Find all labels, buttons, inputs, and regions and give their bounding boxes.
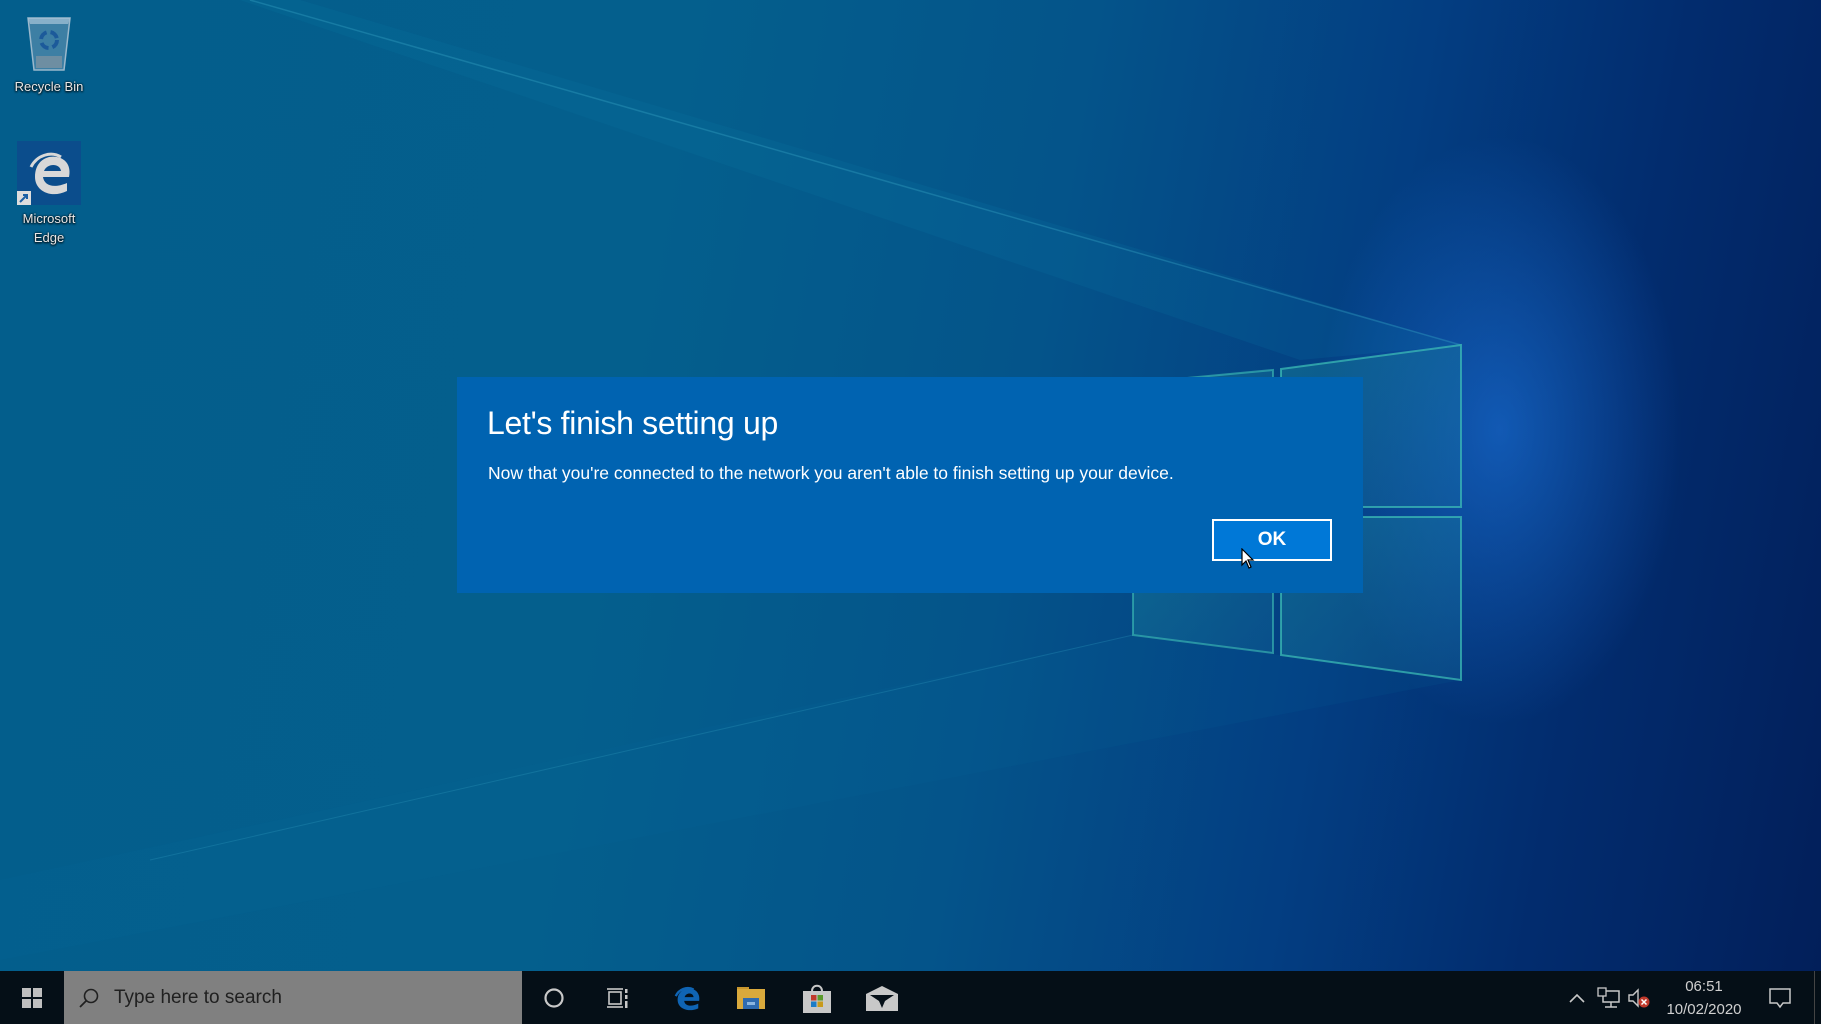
dialog-title: Let's finish setting up (487, 405, 778, 441)
recycle-bin-icon (27, 17, 71, 71)
search-icon (79, 988, 99, 1008)
search-placeholder: Type here to search (114, 986, 282, 1008)
show-hidden-icons-button[interactable] (1565, 971, 1589, 1024)
store-icon (803, 984, 831, 1013)
show-desktop-button[interactable] (1814, 971, 1821, 1024)
mail-button[interactable] (854, 971, 910, 1024)
desktop-icon-microsoft-edge[interactable]: Microsoft Edge (4, 140, 94, 247)
task-view-button[interactable] (590, 971, 646, 1024)
start-button[interactable] (0, 971, 64, 1024)
mail-icon (866, 985, 898, 1011)
desktop-icon-label: Recycle Bin (14, 79, 84, 94)
network-button[interactable] (1595, 971, 1623, 1024)
dialog-message: Now that you're connected to the network… (488, 463, 1174, 483)
windows-logo-icon (22, 987, 42, 1008)
clock-date: 10/02/2020 (1666, 1001, 1742, 1018)
desktop-icon-label: Microsoft (22, 211, 76, 226)
setup-dialog: Let's finish setting up Now that you're … (457, 377, 1363, 593)
cortana-icon (544, 987, 564, 1008)
cortana-button[interactable] (526, 971, 582, 1024)
edge-icon (674, 986, 700, 1010)
folder-icon (737, 986, 765, 1009)
shortcut-arrow-icon (17, 191, 31, 205)
taskbar-edge-button[interactable] (659, 971, 715, 1024)
clock-time: 06:51 (1685, 978, 1723, 995)
chevron-up-icon (1569, 993, 1585, 1003)
action-center-button[interactable] (1760, 971, 1800, 1024)
network-icon (1597, 986, 1620, 1008)
volume-button[interactable] (1626, 971, 1652, 1024)
taskbar-search-box[interactable]: Type here to search (64, 971, 522, 1024)
taskbar-clock[interactable]: 06:51 10/02/2020 (1660, 971, 1748, 1024)
mouse-cursor-icon (1241, 548, 1255, 569)
edge-tile (17, 141, 81, 205)
file-explorer-button[interactable] (723, 971, 779, 1024)
task-view-icon (607, 987, 628, 1008)
ok-button[interactable]: OK (1212, 519, 1332, 561)
notifications-icon (1769, 987, 1791, 1008)
desktop-icon-label: Edge (33, 230, 65, 245)
desktop-icon-recycle-bin[interactable]: Recycle Bin (4, 12, 94, 96)
desktop: Recycle Bin Microsoft Edge Let's finish … (0, 0, 1821, 971)
volume-muted-icon (1628, 987, 1650, 1008)
taskbar: Type here to search 06:51 10/02/2020 (0, 971, 1821, 1024)
microsoft-store-button[interactable] (789, 971, 845, 1024)
